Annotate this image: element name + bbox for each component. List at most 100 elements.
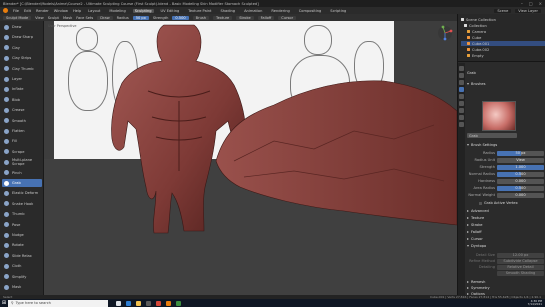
tab-animation[interactable]: Animation bbox=[242, 9, 264, 13]
field-value[interactable]: 50 px bbox=[497, 150, 544, 156]
tool-nudge[interactable]: Nudge bbox=[2, 231, 42, 239]
brush-preview[interactable] bbox=[482, 101, 516, 131]
header-radius-field[interactable]: 50 px bbox=[132, 15, 149, 20]
field-value[interactable]: 0.000 bbox=[497, 178, 544, 184]
dyntopo-value[interactable]: Relative Detail bbox=[497, 264, 544, 270]
tool-cloth[interactable]: Cloth bbox=[2, 262, 42, 270]
menu-file[interactable]: File bbox=[13, 9, 19, 13]
taskbar-search-box[interactable]: ⚲ Type here to search bbox=[8, 299, 108, 307]
windows-start-icon[interactable]: ⊞ bbox=[0, 299, 8, 307]
outliner-item[interactable]: Cube.002 bbox=[461, 47, 489, 52]
tool-flatten[interactable]: Flatten bbox=[2, 127, 42, 135]
header-menu-mask[interactable]: Mask bbox=[63, 16, 72, 20]
tab-rendering[interactable]: Rendering bbox=[269, 9, 291, 13]
header-brush-selector[interactable]: Draw bbox=[97, 15, 113, 20]
tool-draw[interactable]: Draw bbox=[2, 23, 42, 31]
outliner-item[interactable]: Collection bbox=[461, 23, 487, 28]
tool-blob[interactable]: Blob bbox=[2, 96, 42, 104]
system-tray[interactable]: 4:36 PM 7/14/2021 bbox=[528, 299, 542, 307]
dyntopo-value[interactable]: 12.00 px bbox=[497, 252, 544, 258]
section-stroke[interactable]: Stroke bbox=[467, 222, 544, 228]
active-tool-tab-icon[interactable] bbox=[459, 87, 464, 92]
outliner-item[interactable]: Cube bbox=[461, 35, 481, 40]
tool-pose[interactable]: Pose bbox=[2, 221, 42, 229]
checkbox-icon[interactable] bbox=[479, 201, 482, 205]
tool-draw-sharp[interactable]: Draw Sharp bbox=[2, 33, 42, 41]
world-tab-icon[interactable] bbox=[459, 101, 464, 106]
chrome-icon[interactable] bbox=[156, 300, 161, 306]
object-tab-icon[interactable] bbox=[459, 108, 464, 113]
app-icon[interactable] bbox=[176, 300, 181, 306]
section-brushes[interactable]: Brushes bbox=[467, 81, 544, 87]
outliner-item[interactable]: Camera bbox=[461, 29, 486, 34]
tab-compositing[interactable]: Compositing bbox=[297, 9, 324, 13]
tab-texture-paint[interactable]: Texture Paint bbox=[186, 9, 213, 13]
tool-slide-relax[interactable]: Slide Relax bbox=[2, 252, 42, 260]
header-option-stroke[interactable]: Stroke bbox=[236, 15, 254, 20]
store-icon[interactable] bbox=[146, 300, 151, 306]
section-cursor[interactable]: Cursor bbox=[467, 236, 544, 242]
close-icon[interactable]: × bbox=[539, 1, 542, 6]
header-menu-face-sets[interactable]: Face Sets bbox=[76, 16, 93, 20]
section-advanced[interactable]: Advanced bbox=[467, 208, 544, 214]
tool-simplify[interactable]: Simplify bbox=[2, 273, 42, 281]
tab-sculpting[interactable]: Sculpting bbox=[132, 8, 154, 13]
tool-grab[interactable]: Grab bbox=[2, 179, 42, 187]
scene-tab-icon[interactable] bbox=[459, 94, 464, 99]
header-option-texture[interactable]: Texture bbox=[213, 15, 233, 20]
header-option-cursor[interactable]: Cursor bbox=[278, 15, 297, 20]
tool-elastic-deform[interactable]: Elastic Deform bbox=[2, 189, 42, 197]
tool-fill[interactable]: Fill bbox=[2, 137, 42, 145]
edge-icon[interactable] bbox=[126, 300, 131, 306]
task-view-icon[interactable] bbox=[116, 300, 121, 306]
outliner-item[interactable]: Scene Collection bbox=[461, 17, 496, 22]
tool-mask[interactable]: Mask bbox=[2, 283, 42, 291]
tab-shading[interactable]: Shading bbox=[218, 9, 237, 13]
tool-smooth[interactable]: Smooth bbox=[2, 117, 42, 125]
material-tab-icon[interactable] bbox=[459, 122, 464, 127]
tab-uv-editing[interactable]: UV Editing bbox=[159, 9, 182, 13]
mode-selector[interactable]: Sculpt Mode bbox=[3, 15, 32, 20]
file-explorer-icon[interactable] bbox=[136, 300, 141, 306]
menu-help[interactable]: Help bbox=[73, 9, 81, 13]
field-value[interactable]: View bbox=[497, 157, 544, 163]
dyntopo-value[interactable]: Smooth Shading bbox=[497, 270, 544, 276]
tool-crease[interactable]: Crease bbox=[2, 106, 42, 114]
blender-taskbar-icon[interactable] bbox=[166, 300, 171, 306]
outliner-item[interactable]: Empty bbox=[461, 53, 484, 58]
section-falloff[interactable]: Falloff bbox=[467, 229, 544, 235]
render-tab-icon[interactable] bbox=[459, 73, 464, 78]
tab-layout[interactable]: Layout bbox=[86, 9, 102, 13]
tool-layer[interactable]: Layer bbox=[2, 75, 42, 83]
menu-render[interactable]: Render bbox=[36, 9, 49, 13]
tool-clay[interactable]: Clay bbox=[2, 44, 42, 52]
blender-logo-icon[interactable] bbox=[3, 8, 8, 13]
tool-scrape[interactable]: Scrape bbox=[2, 148, 42, 156]
field-value[interactable]: 1.000 bbox=[497, 164, 544, 170]
scene-selector[interactable]: Scene bbox=[494, 8, 512, 13]
header-option-brush[interactable]: Brush bbox=[192, 15, 210, 20]
sculpt-grabbed-form[interactable] bbox=[215, 80, 457, 226]
modifier-tab-icon[interactable] bbox=[459, 115, 464, 120]
sculpt-model[interactable] bbox=[44, 21, 457, 295]
tool-multi-plane-scrape[interactable]: Multi-plane Scrape bbox=[2, 158, 42, 166]
tool-pinch[interactable]: Pinch bbox=[2, 169, 42, 177]
section-texture[interactable]: Texture bbox=[467, 215, 544, 221]
field-value[interactable]: 0.500 bbox=[497, 171, 544, 177]
tab-modeling[interactable]: Modeling bbox=[107, 9, 127, 13]
view-layer-selector[interactable]: View Layer bbox=[515, 8, 541, 13]
3d-viewport[interactable]: User Perspective bbox=[44, 21, 457, 295]
tab-scripting[interactable]: Scripting bbox=[328, 9, 348, 13]
dyntopo-value[interactable]: Subdivide Collapse bbox=[497, 258, 544, 264]
section-brush-settings[interactable]: Brush Settings bbox=[467, 142, 544, 148]
header-menu-sculpt[interactable]: Sculpt bbox=[48, 16, 59, 20]
tool-thumb[interactable]: Thumb bbox=[2, 210, 42, 218]
tool-snake-hook[interactable]: Snake Hook bbox=[2, 200, 42, 208]
header-strength-field[interactable]: 0.500 bbox=[172, 15, 189, 20]
outliner-item[interactable]: Cube.001 bbox=[461, 41, 545, 46]
field-value[interactable]: 0.500 bbox=[497, 185, 544, 191]
tool-tab-icon[interactable] bbox=[459, 66, 464, 71]
section-dyntopo[interactable]: Dyntopo bbox=[467, 243, 544, 249]
maximize-icon[interactable]: □ bbox=[529, 1, 533, 6]
grab-active-vertex-row[interactable]: Grab Active Vertex bbox=[467, 200, 544, 206]
